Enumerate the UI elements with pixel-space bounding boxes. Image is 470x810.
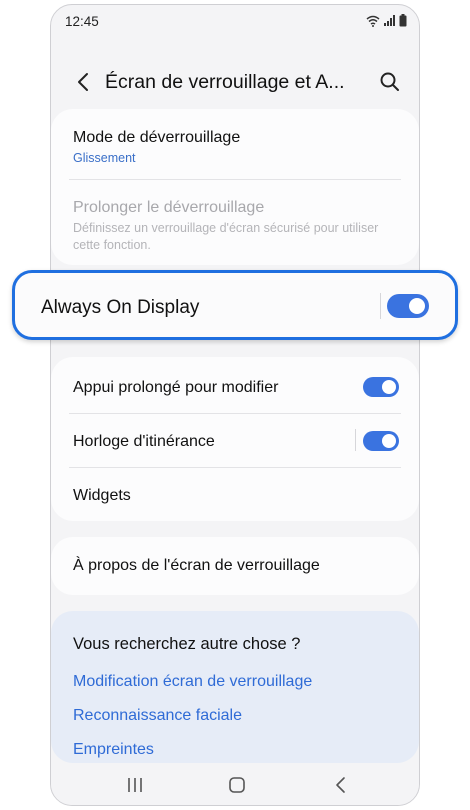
back-icon[interactable]	[329, 775, 353, 795]
suggestion-link-lockscreen-edit[interactable]: Modification écran de verrouillage	[73, 673, 312, 691]
vertical-separator	[380, 293, 381, 319]
roaming-clock-toggle[interactable]	[363, 431, 399, 451]
always-on-display-row[interactable]: Always On Display	[12, 270, 458, 340]
app-bar: Écran de verrouillage et A...	[51, 63, 419, 103]
divider	[69, 467, 401, 468]
divider	[69, 179, 401, 180]
long-press-toggle[interactable]	[363, 377, 399, 397]
signal-icon	[384, 15, 395, 26]
home-icon[interactable]	[225, 775, 249, 795]
vertical-separator	[355, 429, 356, 451]
about-label: À propos de l'écran de verrouillage	[73, 557, 320, 574]
page-title: Écran de verrouillage et A...	[105, 71, 345, 93]
extend-unlock-description-line1: Définissez un verrouillage d'écran sécur…	[73, 221, 379, 235]
extend-unlock-description-line2: cette fonction.	[73, 238, 151, 252]
unlock-mode-value: Glissement	[73, 151, 136, 165]
options-card: Appui prolongé pour modifier Horloge d'i…	[51, 357, 419, 521]
roaming-clock-label: Horloge d'itinérance	[73, 433, 215, 450]
widgets-label: Widgets	[73, 487, 131, 504]
battery-icon	[399, 14, 407, 27]
always-on-display-toggle[interactable]	[387, 294, 429, 318]
about-card[interactable]: À propos de l'écran de verrouillage	[51, 537, 419, 595]
always-on-display-label: Always On Display	[41, 297, 200, 318]
long-press-label: Appui prolongé pour modifier	[73, 379, 279, 396]
status-time: 12:45	[65, 14, 99, 29]
wifi-icon	[366, 15, 380, 27]
long-press-row[interactable]: Appui prolongé pour modifier	[73, 379, 397, 397]
unlock-mode-label: Mode de déverrouillage	[73, 129, 241, 146]
unlock-mode-row[interactable]: Mode de déverrouillage Glissement	[73, 129, 397, 165]
about-row[interactable]: À propos de l'écran de verrouillage	[73, 557, 397, 575]
extend-unlock-label: Prolonger le déverrouillage	[73, 199, 265, 216]
search-icon[interactable]	[377, 69, 403, 95]
extend-unlock-description: Définissez un verrouillage d'écran sécur…	[73, 220, 397, 254]
widgets-row[interactable]: Widgets	[73, 487, 397, 505]
suggestions-card: Vous recherchez autre chose ? Modificati…	[51, 611, 419, 763]
roaming-clock-row[interactable]: Horloge d'itinérance	[73, 433, 397, 451]
extend-unlock-row: Prolonger le déverrouillage Définissez u…	[73, 199, 397, 254]
status-icons	[366, 14, 407, 27]
status-bar: 12:45	[51, 5, 419, 39]
security-card: Mode de déverrouillage Glissement Prolon…	[51, 109, 419, 265]
phone-screen: 12:45 Écran de verrouillage et A... Mode…	[50, 4, 420, 806]
suggestion-link-fingerprints[interactable]: Empreintes	[73, 741, 154, 759]
navigation-bar	[51, 763, 419, 805]
suggestions-heading: Vous recherchez autre chose ?	[73, 635, 301, 653]
divider	[69, 413, 401, 414]
suggestion-link-face-recognition[interactable]: Reconnaissance faciale	[73, 707, 242, 725]
chevron-left-icon[interactable]	[73, 69, 95, 95]
recents-icon[interactable]	[123, 775, 147, 795]
